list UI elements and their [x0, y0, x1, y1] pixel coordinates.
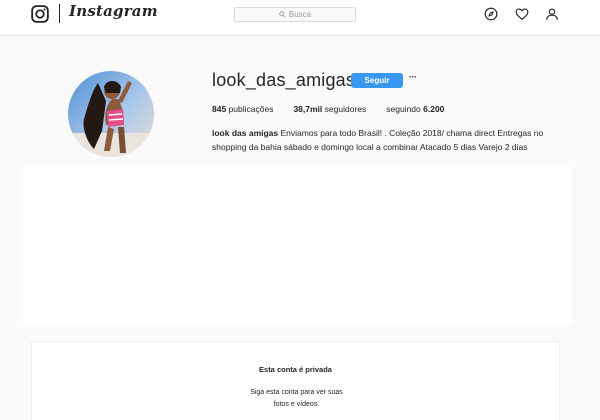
follow-button[interactable]: Seguir — [351, 73, 403, 88]
following-stat[interactable]: seguindo 6.200 — [386, 104, 444, 114]
profile-username: look_das_amigas — [212, 70, 356, 90]
private-account-notice: Esta conta é privada Siga esta conta par… — [31, 341, 560, 420]
profile-stats: 845 publicações 38,7mil seguidores segui… — [212, 104, 464, 114]
followers-label: seguidores — [324, 104, 367, 114]
followers-stat[interactable]: 38,7mil seguidores — [293, 104, 366, 114]
bio-name: look das amigas — [212, 128, 279, 138]
heart-icon[interactable] — [515, 7, 529, 21]
profile-avatar[interactable] — [68, 71, 154, 157]
top-navigation-bar: Instagram Busca — [0, 0, 600, 36]
search-input[interactable]: Busca — [234, 7, 356, 22]
more-options-button[interactable]: ··· — [409, 73, 419, 85]
private-description: Siga esta conta para ver suas fotos e ví… — [250, 389, 343, 408]
posts-count: 845 — [212, 104, 227, 114]
content-area — [23, 167, 572, 325]
posts-stat: 845 publicações — [212, 104, 273, 114]
following-count: 6.200 — [423, 104, 445, 114]
user-icon[interactable] — [545, 7, 559, 21]
logo-divider — [59, 4, 60, 23]
compass-icon[interactable] — [484, 7, 498, 21]
posts-label: publicações — [228, 104, 274, 114]
profile-bio: look das amigas Enviamos para todo Brasi… — [212, 126, 572, 154]
search-icon — [279, 11, 286, 18]
following-label: seguindo — [386, 104, 421, 114]
instagram-wordmark[interactable]: Instagram — [69, 2, 158, 20]
followers-count: 38,7mil — [293, 104, 323, 114]
instagram-camera-icon[interactable] — [31, 5, 49, 23]
private-title: Esta conta é privada — [259, 365, 332, 374]
search-placeholder: Busca — [288, 10, 312, 19]
